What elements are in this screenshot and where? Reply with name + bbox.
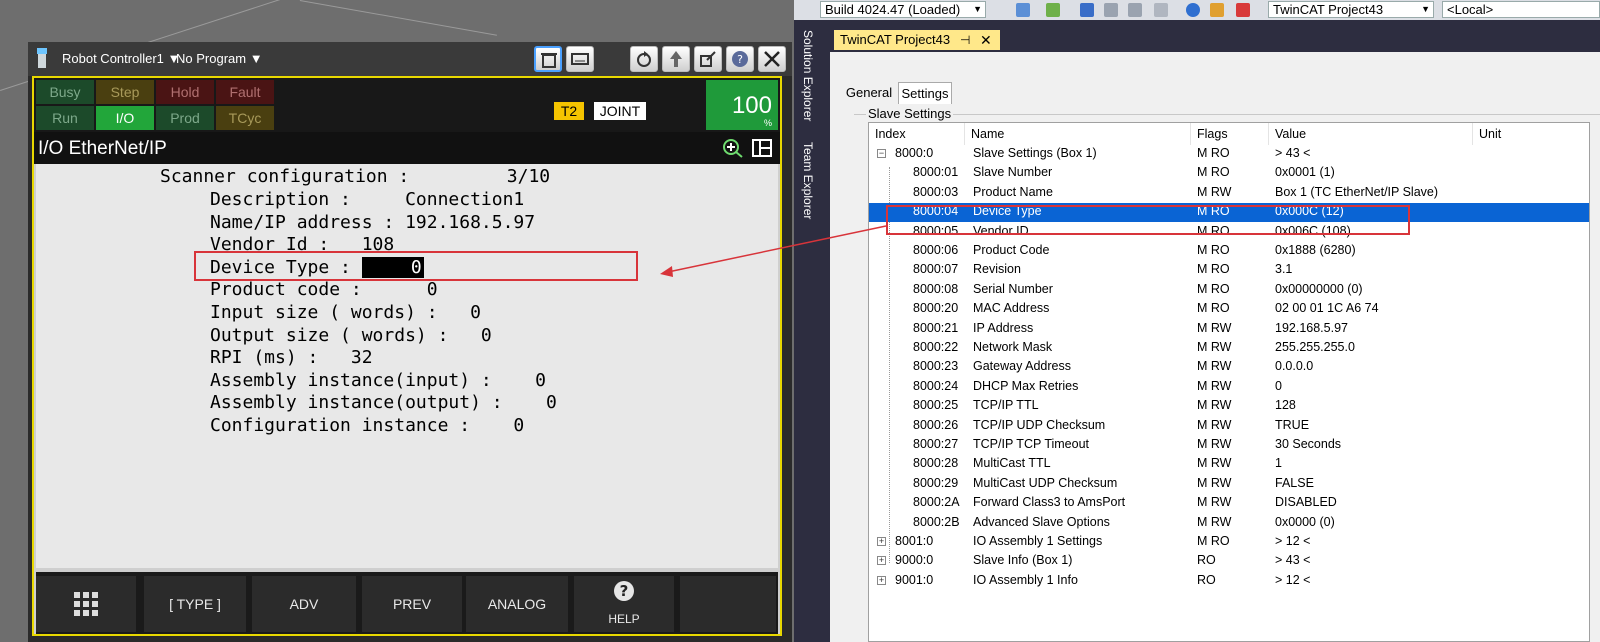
annotation-arrow [660, 225, 887, 277]
